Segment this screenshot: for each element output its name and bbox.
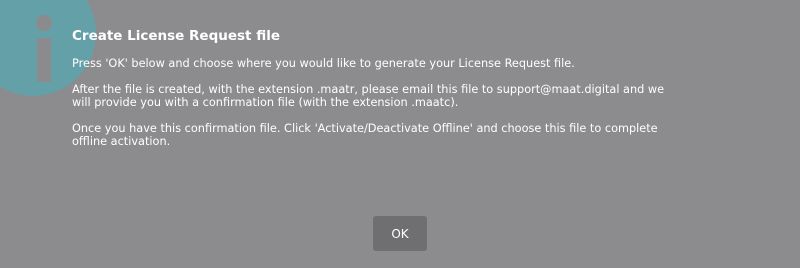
instruction-paragraph-2: After the file is created, with the exte…: [72, 83, 665, 109]
instruction-paragraph-3: Once you have this confirmation file. Cl…: [72, 122, 658, 148]
dialog-title: Create License Request file: [72, 28, 280, 44]
ok-button[interactable]: OK: [373, 216, 427, 251]
license-request-dialog: Create License Request file Press 'OK' b…: [0, 0, 800, 268]
info-icon-stem: [37, 38, 51, 82]
instruction-paragraph-1: Press 'OK' below and choose where you wo…: [72, 57, 575, 70]
info-icon-dot: [36, 15, 52, 31]
dialog-content: Create License Request file Press 'OK' b…: [72, 28, 762, 161]
